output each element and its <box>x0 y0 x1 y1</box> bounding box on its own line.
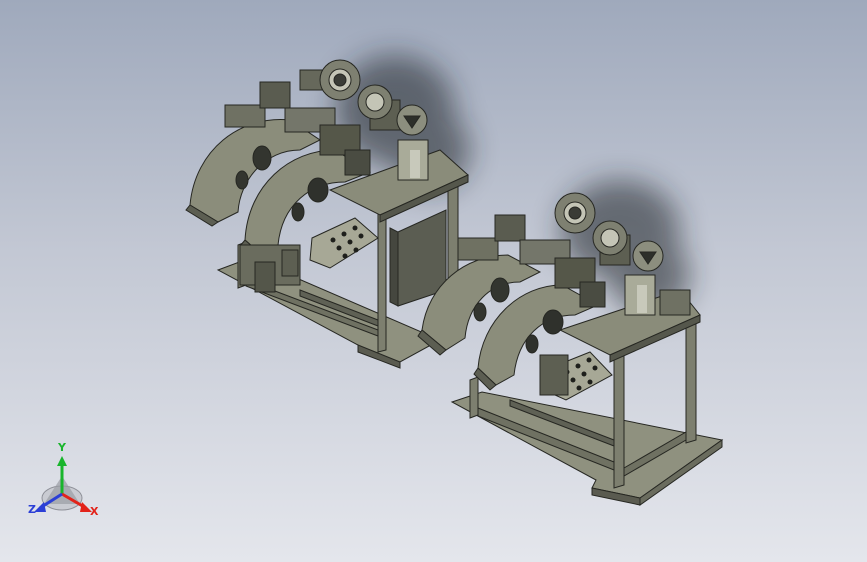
leg <box>685 314 697 444</box>
orientation-triad[interactable]: Y X Z <box>22 442 112 526</box>
model-assembly[interactable] <box>0 0 867 562</box>
y-axis-label: Y <box>58 441 66 454</box>
leg <box>469 376 479 419</box>
leg <box>613 347 625 489</box>
electrical-box-side <box>389 227 399 307</box>
graphics-viewport[interactable]: Y X Z <box>0 0 867 562</box>
leg <box>377 205 387 353</box>
x-axis-label: X <box>90 505 99 518</box>
z-axis-label: Z <box>28 503 36 516</box>
y-axis-arrow <box>57 456 67 466</box>
base-plate <box>450 391 724 499</box>
control-panel <box>309 217 379 269</box>
